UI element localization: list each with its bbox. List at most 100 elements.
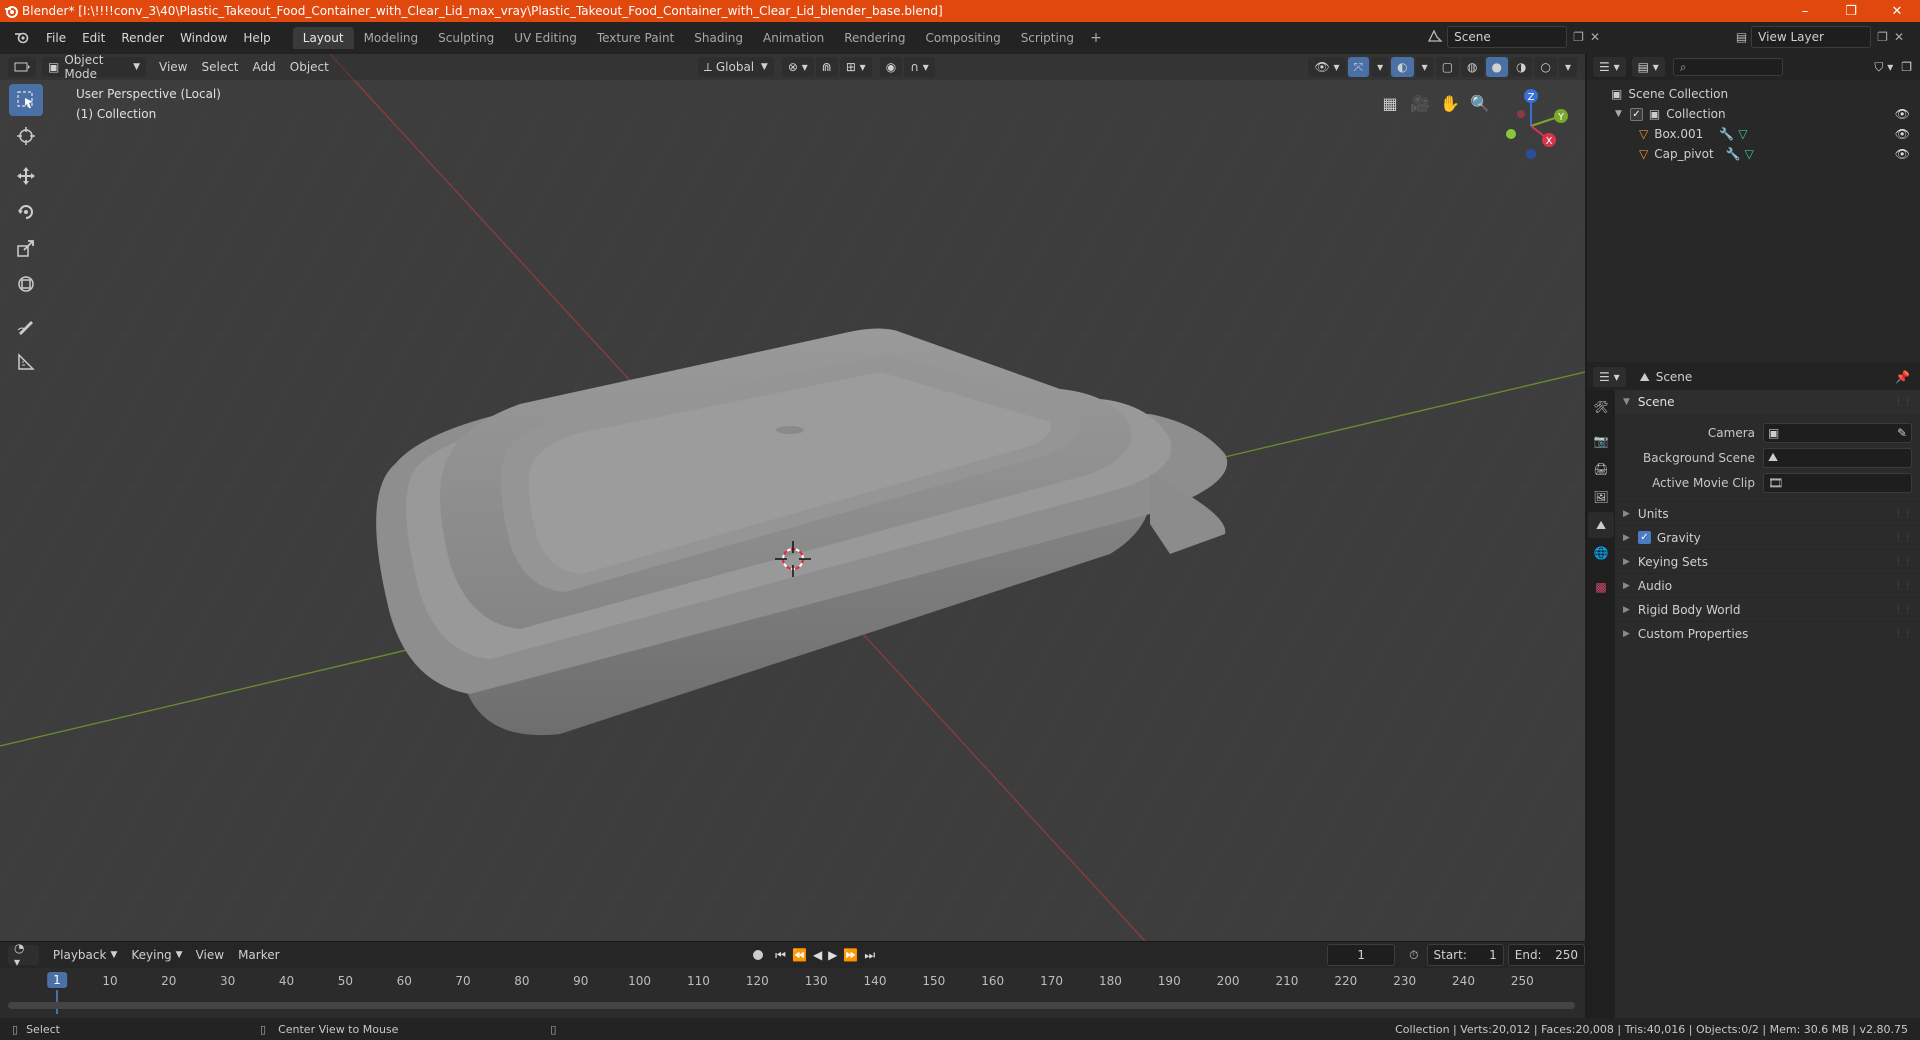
drag-handle-icon[interactable]: ⋮⋮ — [1894, 605, 1912, 615]
outliner-row-object[interactable]: ▽ Box.001 🔧 ▽ 👁 — [1587, 124, 1920, 144]
measure-tool-icon[interactable] — [9, 346, 43, 378]
tab-uv-editing[interactable]: UV Editing — [504, 27, 587, 49]
shading-dropdown[interactable]: ▾ — [1558, 57, 1577, 77]
scene-panel-header[interactable]: ▼ Scene ⋮⋮ — [1615, 390, 1920, 414]
playback-menu[interactable]: Playback ▼ — [47, 945, 123, 965]
jump-to-start-icon[interactable]: ⏮ — [775, 948, 786, 963]
jump-to-keyframe-back-icon[interactable]: ⏪ — [792, 948, 807, 962]
tool-settings-tab-icon[interactable]: 🛠 — [1588, 394, 1614, 420]
properties-editor[interactable]: ☰ ▾ ⛰ Scene 📌 🛠 📷 🖨 🖼 ⛰ 🌐 ▩ ▼ Scene ⋮⋮ C… — [1587, 364, 1920, 1018]
current-frame-field[interactable]: 1 — [1327, 944, 1396, 966]
start-frame-field[interactable]: Start: 1 — [1426, 944, 1504, 966]
view-layer-name-field[interactable]: View Layer — [1751, 26, 1872, 48]
new-scene-icon[interactable]: ❐ — [1573, 30, 1584, 44]
view-layer-icon[interactable]: ▤ — [1736, 30, 1747, 44]
camera-view-icon[interactable]: 🎥 — [1405, 88, 1435, 118]
menu-file[interactable]: File — [38, 31, 74, 45]
scale-tool-icon[interactable] — [9, 232, 43, 264]
solid-shading-icon[interactable]: ● — [1485, 57, 1508, 77]
modifier-wrench-icon[interactable]: 🔧 — [1726, 147, 1741, 161]
outliner-editor-type-dropdown[interactable]: ☰ ▾ — [1593, 57, 1626, 77]
editor-type-icon[interactable] — [6, 30, 38, 47]
view-layer-tab-icon[interactable]: 🖼 — [1588, 484, 1614, 510]
outliner-search-input[interactable]: ⌕ — [1672, 58, 1783, 76]
close-button[interactable]: ✕ — [1874, 0, 1920, 22]
transform-tool-icon[interactable] — [9, 268, 43, 300]
annotate-tool-icon[interactable] — [9, 310, 43, 342]
navigation-gizmo[interactable]: Z Y X — [1491, 84, 1571, 164]
new-view-layer-icon[interactable]: ❐ — [1877, 30, 1888, 44]
timeline-editor[interactable]: ◔ ▾ Playback ▼ Keying ▼ View Marker ⏮ ⏪ ◀ … — [0, 941, 1585, 1018]
snap-target-dropdown[interactable]: ⊞ ▾ — [839, 57, 872, 77]
menu-window[interactable]: Window — [172, 31, 235, 45]
visibility-eye-icon[interactable]: 👁 — [1895, 127, 1910, 141]
timeline-menu-view[interactable]: View — [189, 948, 231, 962]
custom-properties-panel-header[interactable]: ▶ Custom Properties ⋮⋮ — [1615, 621, 1920, 645]
drag-handle-icon[interactable]: ⋮⋮ — [1894, 397, 1912, 407]
drag-handle-icon[interactable]: ⋮⋮ — [1894, 629, 1912, 639]
properties-editor-type-dropdown[interactable]: ☰ ▾ — [1593, 367, 1626, 387]
outliner-row-collection[interactable]: ▼ ✓ ▣ Collection 👁 — [1587, 104, 1920, 124]
preview-range-clock-icon[interactable]: ⏱ — [1409, 948, 1418, 963]
add-workspace-button[interactable]: + — [1084, 30, 1108, 46]
units-panel-header[interactable]: ▶ Units ⋮⋮ — [1615, 501, 1920, 525]
rendered-shading-icon[interactable]: ○ — [1534, 57, 1557, 77]
gizmo-dropdown[interactable]: ▾ — [1371, 57, 1390, 77]
tab-sculpting[interactable]: Sculpting — [428, 27, 504, 49]
gravity-checkbox[interactable]: ✓ — [1637, 531, 1651, 544]
camera-field[interactable]: ▣ ✎ — [1763, 422, 1912, 443]
timeline-scrollbar[interactable] — [8, 1002, 1575, 1009]
drag-handle-icon[interactable]: ⋮⋮ — [1894, 581, 1912, 591]
output-tab-icon[interactable]: 🖨 — [1588, 456, 1614, 482]
jump-to-end-icon[interactable]: ⏭ — [864, 948, 875, 963]
drag-handle-icon[interactable]: ⋮⋮ — [1894, 509, 1912, 519]
maximize-button[interactable]: ❐ — [1828, 0, 1874, 22]
pin-icon[interactable]: 📌 — [1895, 370, 1910, 384]
active-movie-clip-field[interactable]: 🎞 — [1763, 472, 1912, 493]
cursor-tool-icon[interactable] — [9, 120, 43, 152]
visibility-eye-icon[interactable]: 👁 — [1895, 107, 1910, 121]
wireframe-shading-icon[interactable]: ◍ — [1461, 57, 1484, 77]
xray-toggle-icon[interactable]: ▢ — [1435, 57, 1460, 77]
menu-render[interactable]: Render — [113, 31, 172, 45]
world-tab-icon[interactable]: 🌐 — [1588, 540, 1614, 566]
play-icon[interactable]: ▶ — [828, 948, 837, 962]
modifier-wrench-icon[interactable]: 🔧 — [1719, 127, 1734, 141]
keying-sets-panel-header[interactable]: ▶ Keying Sets ⋮⋮ — [1615, 549, 1920, 573]
viewport-menu-object[interactable]: Object — [283, 60, 336, 74]
end-frame-field[interactable]: End: 250 — [1507, 944, 1585, 966]
3d-viewport[interactable]: ▣ Object Mode ▼ View Select Add Object ⟂… — [0, 54, 1585, 941]
keying-menu[interactable]: Keying ▼ — [125, 945, 188, 965]
snap-toggle-icon[interactable]: ⋒ — [815, 57, 838, 77]
timeline-frame-scale[interactable]: 1 10 20 30 40 50 60 70 80 90 100 110 120 130 140 150 160… — [0, 972, 1585, 1014]
filter-icon[interactable]: ⛉ ▾ — [1874, 60, 1893, 75]
texture-tab-icon[interactable]: ▩ — [1588, 574, 1614, 600]
overlays-toggle-icon[interactable]: ◐ — [1391, 57, 1414, 77]
pan-view-hand-icon[interactable]: ✋ — [1435, 88, 1465, 118]
transform-orientation-dropdown[interactable]: ⟂ Global ▼ — [697, 57, 774, 77]
move-tool-icon[interactable] — [9, 160, 43, 192]
visibility-dropdown[interactable]: 👁 ▾ — [1308, 57, 1346, 77]
display-mode-dropdown[interactable]: ▤ ▾ — [1631, 57, 1665, 77]
drag-handle-icon[interactable]: ⋮⋮ — [1894, 557, 1912, 567]
eyedropper-icon[interactable]: ✎ — [1897, 426, 1907, 440]
rotate-tool-icon[interactable] — [9, 196, 43, 228]
delete-scene-icon[interactable]: ✕ — [1590, 30, 1600, 44]
tab-shading[interactable]: Shading — [684, 27, 753, 49]
scene-icon[interactable] — [1427, 29, 1443, 46]
render-tab-icon[interactable]: 📷 — [1588, 428, 1614, 454]
scene-tab-icon[interactable]: ⛰ — [1588, 512, 1614, 538]
viewport-menu-view[interactable]: View — [152, 60, 194, 74]
tab-rendering[interactable]: Rendering — [834, 27, 915, 49]
gravity-panel-header[interactable]: ▶ ✓ Gravity ⋮⋮ — [1615, 525, 1920, 549]
record-button[interactable] — [749, 945, 768, 965]
tab-compositing[interactable]: Compositing — [915, 27, 1010, 49]
delete-view-layer-icon[interactable]: ✕ — [1894, 30, 1904, 44]
outliner-row-scene-collection[interactable]: ▣ Scene Collection — [1587, 84, 1920, 104]
menu-edit[interactable]: Edit — [74, 31, 113, 45]
tab-layout[interactable]: Layout — [292, 27, 354, 49]
editor-type-dropdown[interactable] — [8, 57, 36, 77]
outliner[interactable]: ☰ ▾ ▤ ▾ ⌕ ⛉ ▾ ❐ ▣ Scene Collection ▼ ✓ ▣… — [1587, 54, 1920, 362]
new-collection-icon[interactable]: ❐ — [1901, 60, 1912, 74]
toggle-camera-grid-icon[interactable]: ▦ — [1375, 88, 1405, 118]
